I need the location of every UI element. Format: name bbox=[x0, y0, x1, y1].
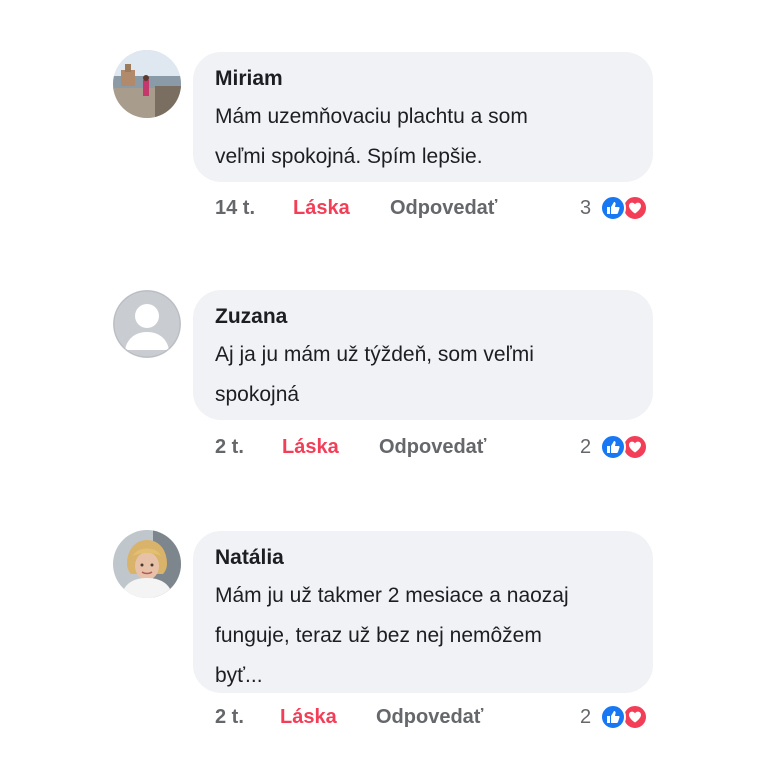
reply-button[interactable]: Odpovedať bbox=[379, 432, 486, 462]
comment-bubble: Zuzana Aj ja ju mám už týždeň, som veľmi… bbox=[193, 290, 653, 420]
like-icon bbox=[600, 195, 626, 221]
comment-text-line: spokojná bbox=[215, 383, 300, 406]
comment-time[interactable]: 2 t. bbox=[215, 432, 244, 462]
comment-text-line: veľmi spokojná. Spím lepšie. bbox=[215, 145, 483, 168]
comments-section: Miriam Mám uzemňovaciu plachtu a som veľ… bbox=[0, 0, 768, 768]
love-button[interactable]: Láska bbox=[280, 702, 337, 732]
reaction-icons[interactable] bbox=[600, 195, 648, 221]
comment-text-line: Mám ju už takmer 2 mesiace a naozaj bbox=[215, 584, 569, 607]
comment-author[interactable]: Natália bbox=[215, 544, 631, 572]
comment-text-line: Mám uzemňovaciu plachtu a som bbox=[215, 105, 528, 128]
reaction-icons[interactable] bbox=[600, 704, 648, 730]
comment-author[interactable]: Miriam bbox=[215, 65, 631, 93]
comment-bubble: Miriam Mám uzemňovaciu plachtu a som veľ… bbox=[193, 52, 653, 182]
reaction-icons[interactable] bbox=[600, 434, 648, 460]
reply-button[interactable]: Odpovedať bbox=[376, 702, 483, 732]
reply-button[interactable]: Odpovedať bbox=[390, 193, 497, 223]
comment-text-line: funguje, teraz už bez nej nemôžem bbox=[215, 624, 542, 647]
comment-time[interactable]: 2 t. bbox=[215, 702, 244, 732]
comment-author[interactable]: Zuzana bbox=[215, 303, 631, 331]
reaction-count[interactable]: 2 bbox=[580, 432, 591, 462]
reaction-count[interactable]: 3 bbox=[580, 193, 591, 223]
reaction-count[interactable]: 2 bbox=[580, 702, 591, 732]
like-icon bbox=[600, 434, 626, 460]
comment-actions: 2 t. Láska Odpovedať 2 bbox=[0, 702, 768, 732]
comment-actions: 14 t. Láska Odpovedať 3 bbox=[0, 193, 768, 223]
like-icon bbox=[600, 704, 626, 730]
love-button[interactable]: Láska bbox=[282, 432, 339, 462]
comment-time[interactable]: 14 t. bbox=[215, 193, 255, 223]
avatar[interactable] bbox=[113, 290, 181, 358]
comment-text-line: byť... bbox=[215, 664, 263, 687]
avatar[interactable] bbox=[113, 50, 181, 118]
comment-text-line: Aj ja ju mám už týždeň, som veľmi bbox=[215, 343, 534, 366]
comment-actions: 2 t. Láska Odpovedať 2 bbox=[0, 432, 768, 462]
comment-bubble: Natália Mám ju už takmer 2 mesiace a nao… bbox=[193, 531, 653, 693]
love-button[interactable]: Láska bbox=[293, 193, 350, 223]
avatar[interactable] bbox=[113, 530, 181, 598]
